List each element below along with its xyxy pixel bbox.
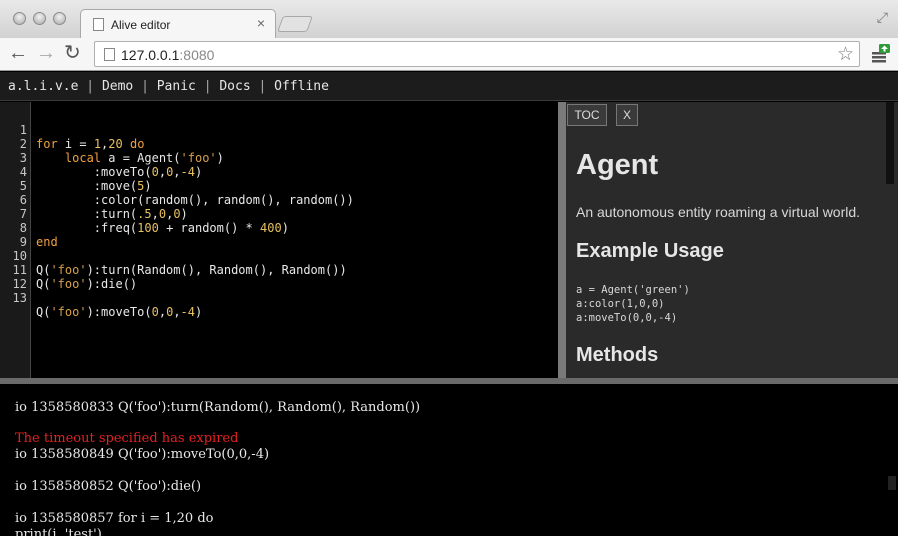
example-heading: Example Usage (576, 240, 724, 262)
menu-separator: | (203, 79, 212, 94)
url-host: 127.0.0.1 (121, 47, 180, 63)
back-icon[interactable]: ← (8, 43, 28, 63)
example-code-line: a:moveTo(0,0,-4) (576, 312, 678, 324)
menu-item-docs[interactable]: Docs (219, 79, 250, 94)
vertical-splitter[interactable] (558, 102, 566, 378)
tab-close-icon[interactable]: × (257, 15, 265, 31)
code-line[interactable]: 1 for i = 1,20 do (0, 109, 558, 151)
console-error-line: The timeout specified has expired (15, 431, 239, 446)
menu-item-demo[interactable]: Demo (102, 79, 133, 94)
new-tab-button[interactable] (277, 16, 313, 32)
menu-extension-icon[interactable] (872, 44, 890, 64)
menu-item-offline[interactable]: Offline (274, 79, 329, 94)
page-icon (104, 48, 115, 61)
minimize-window-button[interactable] (33, 12, 46, 25)
console-line: io 1358580857 for i = 1,20 do (15, 511, 214, 526)
code-line[interactable]: 6 :turn(.5,0,0) (0, 179, 558, 221)
zoom-window-button[interactable] (53, 12, 66, 25)
url-text: 127.0.0.1:8080 (121, 47, 214, 63)
reload-icon[interactable]: ↻ (64, 43, 81, 63)
docs-title: Agent (576, 149, 659, 181)
forward-icon[interactable]: → (36, 43, 56, 63)
docs-scrollbar[interactable] (886, 102, 894, 184)
code-line[interactable]: 12 (0, 263, 558, 291)
docs-description: An autonomous entity roaming a virtual w… (576, 204, 861, 220)
example-code-line: a:color(1,0,0) (576, 298, 665, 310)
menu-item-panic[interactable]: Panic (157, 79, 196, 94)
toc-button[interactable]: TOC (567, 104, 607, 126)
address-bar[interactable]: 127.0.0.1:8080 ☆ (94, 41, 860, 67)
code-line[interactable]: 3 :moveTo(0,0,-4) (0, 137, 558, 179)
methods-heading: Methods (576, 344, 659, 366)
menu-separator: | (141, 79, 149, 94)
code-line[interactable]: 11 Q('foo'):die() (0, 249, 558, 291)
bookmark-star-icon[interactable]: ☆ (837, 43, 854, 66)
code-line[interactable]: 5 :color(random(), random(), random()) (0, 165, 558, 207)
menu-separator: | (86, 79, 95, 94)
code-line[interactable]: 9 (0, 221, 558, 249)
code-line[interactable]: 2 local a = Agent('foo') (0, 123, 558, 165)
code-line[interactable]: 4 :move(5) (0, 151, 558, 193)
browser-toolbar: ← → ↻ 127.0.0.1:8080 ☆ (0, 38, 898, 71)
page-icon (93, 18, 104, 31)
code-line[interactable]: 7 :freq(100 + random() * 400) (0, 193, 558, 235)
fullscreen-icon[interactable]: ⤢ (877, 9, 888, 26)
code-line[interactable]: 10 Q('foo'):turn(Random(), Random(), Ran… (0, 235, 558, 277)
console-line: print(i, 'test') (15, 527, 102, 536)
console-line: io 1358580833 Q('foo'):turn(Random(), Ra… (15, 400, 421, 415)
console-line: io 1358580852 Q('foo'):die() (15, 479, 202, 494)
close-docs-button[interactable]: X (616, 104, 638, 126)
line-number: 13 (12, 291, 27, 305)
console-line: io 1358580849 Q('foo'):moveTo(0,0,-4) (15, 447, 270, 462)
menu-separator: | (258, 79, 267, 94)
brand-link[interactable]: a.l.i.v.e (8, 79, 78, 94)
url-port: :8080 (179, 47, 215, 63)
code-editor[interactable]: 1 for i = 1,20 do 2 local a = Agent('foo… (0, 102, 558, 378)
code-line[interactable]: 8 end (0, 207, 558, 249)
browser-tab-bar: Alive editor × ⤢ (0, 0, 898, 39)
example-code-line: a = Agent('green') (576, 284, 690, 296)
code-line[interactable]: 13 Q('foo'):moveTo(0,0,-4) (0, 277, 558, 319)
browser-tab[interactable]: Alive editor × (80, 9, 276, 39)
docs-panel: TOC X Agent An autonomous entity roaming… (566, 102, 898, 378)
app-menu-bar: a.l.i.v.e | Demo | Panic | Docs | Offlin… (0, 72, 898, 101)
tab-title: Alive editor (111, 18, 171, 32)
console-output: io 1358580833 Q('foo'):turn(Random(), Ra… (0, 384, 898, 536)
console-scrollbar[interactable] (888, 476, 896, 490)
close-window-button[interactable] (13, 12, 26, 25)
